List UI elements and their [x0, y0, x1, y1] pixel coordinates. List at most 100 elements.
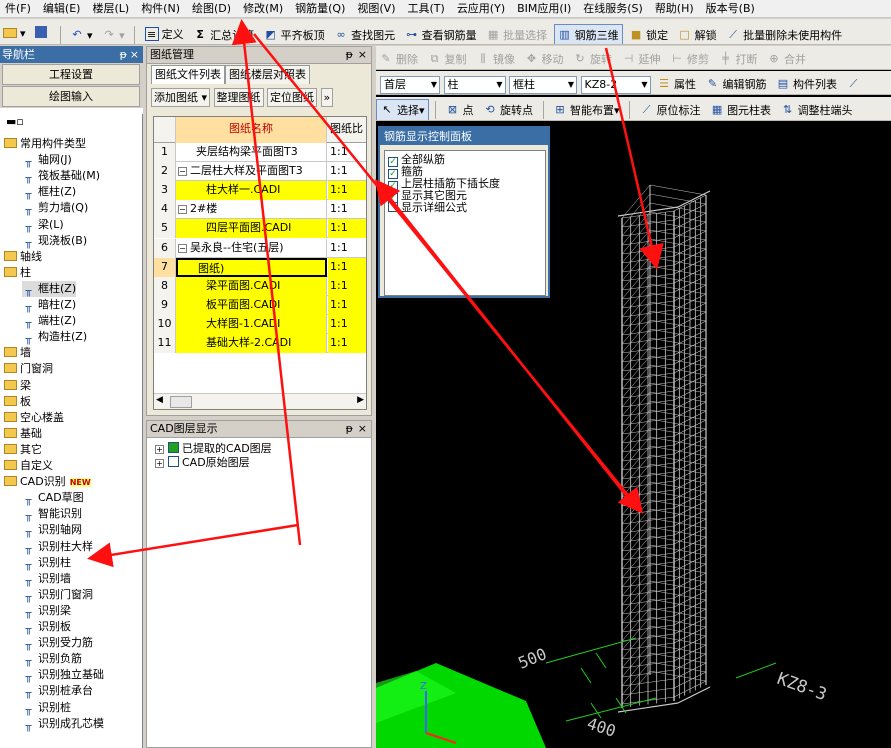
- adjust-end-button[interactable]: ⇅ 调整柱端头: [778, 99, 856, 120]
- tab-drawing-files[interactable]: 图纸文件列表: [151, 65, 225, 84]
- drawing-name-cell[interactable]: 图纸): [176, 257, 327, 277]
- batch-delete-button[interactable]: ⟋ 批量删除未使用构件: [723, 24, 845, 44]
- expand-plus-icon[interactable]: +: [155, 459, 164, 468]
- flat-slab-button[interactable]: ◩ 平齐板顶: [261, 24, 328, 44]
- break-button[interactable]: ╪ 打断: [716, 48, 761, 69]
- unlock-button[interactable]: □ 解锁: [675, 24, 720, 44]
- find-element-button[interactable]: ∞ 查找图元: [331, 24, 398, 44]
- menu-item[interactable]: 绘图(D): [187, 0, 238, 17]
- tree-folder[interactable]: 门窗洞: [4, 361, 53, 377]
- menu-item[interactable]: 修改(M): [238, 0, 290, 17]
- tree-item[interactable]: ╥ 暗柱(Z): [22, 297, 76, 313]
- table-row[interactable]: 9 板平面图.CADI 1:1: [154, 295, 366, 315]
- close-icon[interactable]: ×: [130, 46, 139, 63]
- collapse-minus-icon[interactable]: −: [178, 243, 187, 253]
- point-button[interactable]: ⊠ 点: [443, 99, 477, 120]
- tree-item[interactable]: ╥ 识别独立基础: [22, 667, 104, 683]
- rebar-3d-button[interactable]: ▥ 钢筋三维: [553, 24, 623, 44]
- drawing-name-cell[interactable]: 板平面图.CADI: [176, 295, 327, 315]
- collapse-minus-icon[interactable]: −: [178, 167, 187, 177]
- table-row[interactable]: 7 图纸) 1:1: [154, 257, 366, 277]
- checkbox-unchecked-icon[interactable]: [168, 456, 179, 467]
- menu-item[interactable]: 工具(T): [403, 0, 452, 17]
- tree-item[interactable]: ╥ 识别柱大样: [22, 539, 93, 555]
- drawing-name-cell[interactable]: 大样图-1.CADI: [176, 314, 327, 334]
- tree-item[interactable]: ╥ 识别桩: [22, 700, 71, 716]
- menu-item[interactable]: 楼层(L): [87, 0, 136, 17]
- move-button[interactable]: ✥ 移动: [522, 48, 567, 69]
- menu-item[interactable]: 构件(N): [136, 0, 187, 17]
- tree-item[interactable]: ╥ 构造柱(Z): [22, 329, 87, 345]
- pick-button[interactable]: ⟋: [844, 73, 867, 94]
- menu-item[interactable]: 在线服务(S): [578, 0, 650, 17]
- table-row[interactable]: 3 柱大样一.CADI 1:1: [154, 181, 366, 201]
- tree-item[interactable]: ╥ CAD草图: [22, 490, 83, 506]
- tree-folder[interactable]: 常用构件类型: [4, 136, 86, 152]
- tree-item[interactable]: ╥ 梁(L): [22, 217, 63, 233]
- pin-icon[interactable]: ᵽ: [346, 47, 353, 63]
- copy-button[interactable]: ⧉ 复制: [425, 48, 470, 69]
- save-button[interactable]: [32, 21, 53, 43]
- horizontal-scrollbar[interactable]: ◀ ▶: [154, 393, 366, 409]
- menu-item[interactable]: 件(F): [0, 0, 38, 17]
- table-row[interactable]: 8 梁平面图.CADI 1:1: [154, 276, 366, 296]
- table-row[interactable]: 4−2#楼 1:1: [154, 200, 366, 220]
- define-button[interactable]: ≡ 定义: [142, 23, 187, 44]
- floor-select[interactable]: 首层 ▼: [380, 76, 440, 94]
- tree-folder[interactable]: 墙: [4, 345, 31, 361]
- type-select[interactable]: 框柱 ▼: [509, 76, 577, 94]
- cad-layer-original[interactable]: + CAD原始图层: [155, 456, 250, 470]
- edit-rebar-button[interactable]: ✎ 编辑钢筋: [703, 73, 770, 94]
- drawing-name-cell[interactable]: 夹层结构梁平面图T3: [176, 143, 327, 162]
- tree-item[interactable]: ╥ 识别桩承台: [22, 683, 93, 699]
- table-row[interactable]: 1 夹层结构梁平面图T3 1:1: [154, 143, 366, 162]
- tree-item[interactable]: ╥ 智能识别: [22, 506, 82, 522]
- component-select[interactable]: KZ8-2 ▼: [580, 76, 651, 94]
- category-select[interactable]: 柱 ▼: [443, 76, 506, 94]
- summary-calc-button[interactable]: Σ 汇总计算: [190, 24, 257, 44]
- organize-drawing-button[interactable]: 整理图纸: [213, 88, 264, 107]
- drawing-name-cell[interactable]: − 二层柱大样及平面图T3: [176, 162, 327, 182]
- tree-folder[interactable]: 自定义: [4, 458, 53, 474]
- drawing-name-cell[interactable]: − 吴永良--住宅(五层): [176, 238, 327, 258]
- scroll-left-icon[interactable]: ◀: [156, 395, 163, 405]
- tree-folder[interactable]: 板: [4, 394, 31, 410]
- mirror-button[interactable]: ⫼ 镜像: [473, 48, 518, 69]
- table-row[interactable]: 2− 二层柱大样及平面图T3 1:1: [154, 162, 366, 182]
- undo-button[interactable]: ↶ ▾: [67, 24, 96, 44]
- tree-collapse-icon[interactable]: ▬▫: [6, 114, 24, 130]
- tree-folder[interactable]: CAD识别 NEW: [4, 474, 91, 490]
- tree-item[interactable]: ╥ 框柱(Z): [22, 280, 77, 297]
- menu-item[interactable]: 云应用(Y): [452, 0, 512, 17]
- redo-button[interactable]: ↷ ▾: [99, 24, 128, 44]
- rotate-point-button[interactable]: ⟲ 旋转点: [480, 99, 536, 120]
- drawing-name-cell[interactable]: 基础大样-2.CADI: [176, 334, 327, 353]
- tree-item[interactable]: ╥ 识别负筋: [22, 651, 82, 667]
- drawing-input-button[interactable]: 绘图输入: [2, 86, 140, 107]
- tree-item[interactable]: ╥ 识别成孔芯模: [22, 716, 104, 732]
- column-rebar-cage[interactable]: [617, 184, 711, 713]
- trim-button[interactable]: ⊢ 修剪: [667, 48, 712, 69]
- tree-folder[interactable]: 轴线: [4, 249, 42, 265]
- locate-drawing-button[interactable]: 定位图纸: [267, 88, 318, 107]
- col-header-name[interactable]: 图纸名称: [176, 117, 327, 143]
- tree-item[interactable]: ╥ 筏板基础(M): [22, 168, 100, 184]
- merge-button[interactable]: ⊕ 合并: [764, 48, 809, 69]
- tree-folder[interactable]: 梁: [4, 378, 31, 394]
- drawing-name-cell[interactable]: 梁平面图.CADI: [176, 276, 327, 296]
- table-row[interactable]: 11 基础大样-2.CADI 1:1: [154, 334, 366, 353]
- tree-item[interactable]: ╥ 识别板: [22, 619, 71, 635]
- menu-item[interactable]: 帮助(H): [650, 0, 701, 17]
- extend-button[interactable]: ⊣ 延伸: [619, 48, 664, 69]
- expand-plus-icon[interactable]: +: [155, 445, 164, 454]
- lock-button[interactable]: ■ 锁定: [626, 24, 671, 44]
- open-folder-button[interactable]: ▾: [0, 22, 29, 44]
- project-settings-button[interactable]: 工程设置: [2, 64, 140, 85]
- batch-select-button[interactable]: ▦ 批量选择: [483, 24, 550, 44]
- origin-mark-button[interactable]: ⟋ 原位标注: [637, 99, 704, 120]
- tree-item[interactable]: ╥ 剪力墙(Q): [22, 200, 88, 216]
- tree-item[interactable]: ╥ 轴网(J): [22, 152, 71, 168]
- smart-layout-button[interactable]: ⊞ 智能布置 ▾: [550, 99, 623, 120]
- drawing-name-cell[interactable]: 四层平面图.CADI: [176, 219, 327, 239]
- rotate-button[interactable]: ↻ 旋转: [570, 48, 615, 69]
